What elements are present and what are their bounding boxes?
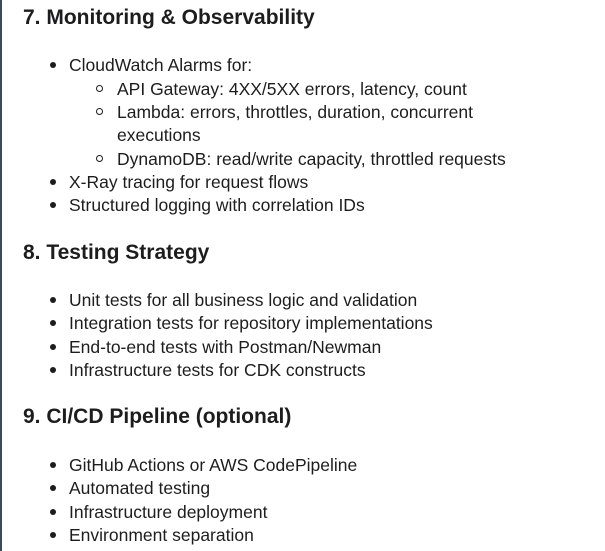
section-8-heading: 8. Testing Strategy: [23, 241, 210, 264]
bullet-disc-icon: [50, 462, 56, 468]
bullet-disc-icon: [50, 320, 56, 326]
section-9-heading: 9. CI/CD Pipeline (optional): [23, 405, 292, 428]
list-item-text: Infrastructure deployment: [69, 502, 268, 522]
bullet-disc-icon: [50, 179, 56, 185]
sub-list-item-api-gateway: API Gateway: 4XX/5XX errors, latency, co…: [0, 78, 605, 101]
list-item-infrastructure-tests: Infrastructure tests for CDK constructs: [0, 359, 605, 382]
list-item-text: Automated testing: [69, 478, 211, 498]
sub-list-item-lambda: Lambda: errors, throttles, duration, con…: [0, 101, 605, 124]
bullet-disc-icon: [50, 344, 56, 350]
list-item-text: Integration tests for repository impleme…: [69, 313, 433, 333]
list-item-environment-separation: Environment separation: [0, 524, 605, 547]
list-item-text: Structured logging with correlation IDs: [69, 195, 365, 215]
bullet-disc-icon: [50, 202, 56, 208]
bullet-disc-icon: [50, 532, 56, 538]
sub-list-item-text: executions: [117, 125, 201, 145]
list-item-integration-tests: Integration tests for repository impleme…: [0, 312, 605, 335]
bullet-disc-icon: [50, 509, 56, 515]
list-item-text: X-Ray tracing for request flows: [69, 172, 309, 192]
list-item-e2e-tests: End-to-end tests with Postman/Newman: [0, 336, 605, 359]
sub-list-item-text: Lambda: errors, throttles, duration, con…: [117, 102, 474, 122]
bullet-disc-icon: [50, 367, 56, 373]
list-item-structured-logging: Structured logging with correlation IDs: [0, 194, 605, 217]
list-item-unit-tests: Unit tests for all business logic and va…: [0, 289, 605, 312]
list-item-text: Environment separation: [69, 525, 254, 545]
list-item-infrastructure-deployment: Infrastructure deployment: [0, 501, 605, 524]
bullet-disc-icon: [50, 485, 56, 491]
bullet-circle-icon: [96, 85, 103, 92]
list-item-xray: X-Ray tracing for request flows: [0, 171, 605, 194]
list-item-text: CloudWatch Alarms for:: [69, 55, 253, 75]
sub-list-item-dynamodb: DynamoDB: read/write capacity, throttled…: [0, 148, 605, 171]
list-item-automated-testing: Automated testing: [0, 477, 605, 500]
list-item-text: GitHub Actions or AWS CodePipeline: [69, 455, 358, 475]
list-item-cloudwatch-alarms: CloudWatch Alarms for:: [0, 54, 605, 77]
bullet-circle-icon: [96, 108, 103, 115]
list-item-text: End-to-end tests with Postman/Newman: [69, 337, 382, 357]
bullet-disc-icon: [50, 297, 56, 303]
section-7-heading: 7. Monitoring & Observability: [23, 6, 315, 29]
sub-list-item-text: API Gateway: 4XX/5XX errors, latency, co…: [117, 79, 467, 99]
list-item-text: Unit tests for all business logic and va…: [69, 290, 418, 310]
sub-list-item-lambda-continued: executions: [0, 124, 605, 147]
list-item-github-actions: GitHub Actions or AWS CodePipeline: [0, 454, 605, 477]
bullet-circle-icon: [96, 155, 103, 162]
list-item-text: Infrastructure tests for CDK constructs: [69, 360, 366, 380]
bullet-disc-icon: [50, 62, 56, 68]
sub-list-item-text: DynamoDB: read/write capacity, throttled…: [117, 149, 506, 169]
